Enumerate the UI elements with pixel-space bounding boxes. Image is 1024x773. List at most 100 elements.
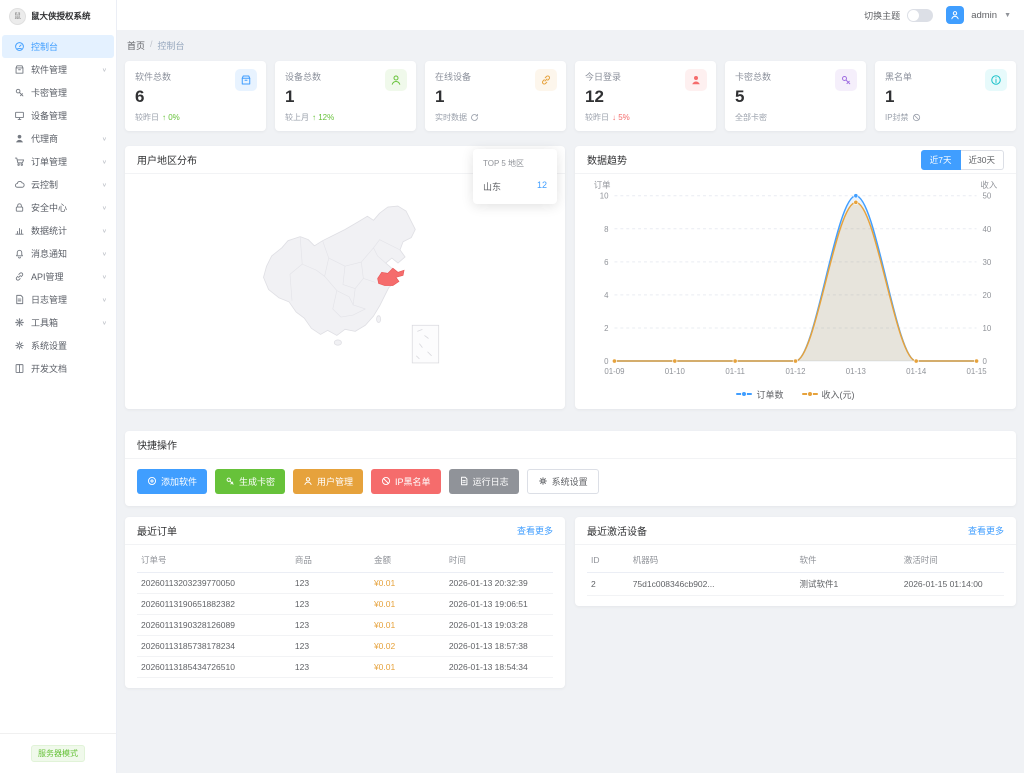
legend-item[interactable]: 收入(元) xyxy=(802,388,855,401)
table-row[interactable]: 20260113203239770050123¥0.012026-01-13 2… xyxy=(137,572,553,593)
range-button[interactable]: 近30天 xyxy=(961,150,1004,170)
svg-text:30: 30 xyxy=(982,258,991,267)
recent-devices-card: 最近激活设备 查看更多 ID机器码软件激活时间275d1c008346cb902… xyxy=(575,517,1016,606)
table-row[interactable]: 20260113190328126089123¥0.012026-01-13 1… xyxy=(137,614,553,635)
chevron-down-icon: ∨ xyxy=(102,66,107,72)
stat-sub: 全部卡密 xyxy=(735,112,856,123)
range-button[interactable]: 近7天 xyxy=(921,150,961,170)
stat-trend: ↑ 0% xyxy=(162,113,180,122)
breadcrumb-current: 控制台 xyxy=(158,39,185,52)
quick-action-info-button[interactable]: 运行日志 xyxy=(449,469,519,494)
chevron-down-icon: ∨ xyxy=(102,204,107,210)
sidebar-item[interactable]: 云控制 ∨ xyxy=(2,173,114,196)
sidebar-item[interactable]: 消息通知 ∨ xyxy=(2,242,114,265)
sidebar-item-label: 软件管理 xyxy=(31,63,67,76)
sidebar-item[interactable]: 订单管理∨ xyxy=(2,150,114,173)
chevron-down-icon: ∨ xyxy=(102,250,107,256)
user-avatar[interactable] xyxy=(946,6,964,24)
table-cell: ¥0.01 xyxy=(370,656,445,677)
devices-table: ID机器码软件激活时间275d1c008346cb902...测试软件12026… xyxy=(587,547,1004,596)
sidebar-item[interactable]: 卡密管理 xyxy=(2,81,114,104)
sidebar-item[interactable]: API管理∨ xyxy=(2,265,114,288)
table-row[interactable]: 20260113190651882382123¥0.012026-01-13 1… xyxy=(137,593,553,614)
svg-text:01-14: 01-14 xyxy=(906,367,927,376)
user-icon xyxy=(950,10,960,20)
quick-action-success-button[interactable]: 生成卡密 xyxy=(215,469,285,494)
breadcrumb-home[interactable]: 首页 xyxy=(127,39,145,52)
sidebar-item-label: 云控制 xyxy=(31,178,58,191)
sidebar-footer: 服务器模式 xyxy=(0,733,116,773)
stats-icon xyxy=(14,225,25,236)
stat-sub-label: IP封禁 xyxy=(885,112,909,123)
sidebar-item[interactable]: 代理商∨ xyxy=(2,127,114,150)
sidebar-item-label: API管理 xyxy=(31,270,64,283)
breadcrumb-separator: / xyxy=(150,39,153,52)
user-icon xyxy=(385,69,407,91)
quick-action-danger-button[interactable]: IP黑名单 xyxy=(371,469,441,494)
table-header-cell: 商品 xyxy=(291,547,370,573)
sidebar: 鼠 鼠大侠授权系统 控制台软件管理∨卡密管理设备管理代理商∨订单管理∨云控制∨安… xyxy=(0,0,117,773)
sidebar-item[interactable]: 日志管理∨ xyxy=(2,288,114,311)
table-header-cell: 时间 xyxy=(445,547,553,573)
orders-more-link[interactable]: 查看更多 xyxy=(517,524,553,537)
sidebar-item[interactable]: 系统设置 xyxy=(2,334,114,357)
legend-item[interactable]: 订单数 xyxy=(736,388,783,401)
table-cell: 2026-01-13 20:32:39 xyxy=(445,572,553,593)
username[interactable]: admin xyxy=(971,10,997,21)
quick-action-label: 系统设置 xyxy=(552,475,588,488)
table-cell: 123 xyxy=(291,656,370,677)
theme-toggle-switch[interactable] xyxy=(907,9,933,22)
top5-rows: 山东12 xyxy=(483,180,547,193)
stat-sub-label: 全部卡密 xyxy=(735,112,767,123)
chevron-down-icon[interactable]: ▼ xyxy=(1004,12,1011,19)
sidebar-item[interactable]: 软件管理 ∨ xyxy=(2,58,114,81)
table-header-cell: 激活时间 xyxy=(900,547,1004,573)
stats-row: 软件总数6较昨日↑ 0%设备总数1较上月↑ 12%在线设备1实时数据今日登录12… xyxy=(125,61,1016,131)
legend-label: 订单数 xyxy=(756,388,783,401)
sidebar-item-label: 消息通知 xyxy=(31,247,67,260)
stat-sub-label: 较上月 xyxy=(285,112,309,123)
table-cell: 20260113203239770050 xyxy=(137,572,291,593)
quick-action-primary-button[interactable]: 添加软件 xyxy=(137,469,207,494)
svg-text:收入: 收入 xyxy=(980,180,997,190)
docs-icon xyxy=(14,363,25,374)
chevron-down-icon: ∨ xyxy=(102,181,107,187)
logo-avatar-icon: 鼠 xyxy=(9,8,26,25)
recent-orders-card: 最近订单 查看更多 订单号商品金额时间202601132032397700501… xyxy=(125,517,565,688)
chevron-down-icon: ∨ xyxy=(102,296,107,302)
chart-card-title: 数据趋势 xyxy=(587,152,627,167)
svg-text:01-13: 01-13 xyxy=(846,367,867,376)
stat-trend: ↓ 5% xyxy=(612,113,630,122)
table-cell: 2 xyxy=(587,572,629,595)
table-cell: 123 xyxy=(291,614,370,635)
china-map[interactable] xyxy=(243,203,447,366)
table-cell: 2026-01-13 19:06:51 xyxy=(445,593,553,614)
sidebar-item-label: 卡密管理 xyxy=(31,86,67,99)
top5-panel: TOP 5 地区 山东12 xyxy=(473,149,557,204)
sidebar-item[interactable]: 数据统计∨ xyxy=(2,219,114,242)
table-row[interactable]: 275d1c008346cb902...测试软件12026-01-15 01:1… xyxy=(587,572,1004,595)
range-button-group: 近7天近30天 xyxy=(921,150,1004,170)
sidebar-item[interactable]: 设备管理 xyxy=(2,104,114,127)
key-icon xyxy=(835,69,857,91)
quick-action-label: 生成卡密 xyxy=(239,475,275,488)
devices-more-link[interactable]: 查看更多 xyxy=(968,524,1004,537)
sidebar-item[interactable]: 安全中心∨ xyxy=(2,196,114,219)
svg-text:01-12: 01-12 xyxy=(785,367,805,376)
quick-action-warning-button[interactable]: 用户管理 xyxy=(293,469,363,494)
region-map-card: 用户地区分布 xyxy=(125,146,565,409)
link-icon xyxy=(535,69,557,91)
sidebar-item[interactable]: 开发文档 xyxy=(2,357,114,380)
top5-region: 山东 xyxy=(483,180,501,193)
stat-trend: ↑ 12% xyxy=(312,113,334,122)
sidebar-item[interactable]: 工具箱∨ xyxy=(2,311,114,334)
user-solid-icon xyxy=(14,133,25,144)
trend-chart: 024681001020304050订单收入01-0901-1001-1101-… xyxy=(575,174,1016,386)
document-icon xyxy=(14,294,25,305)
sidebar-item[interactable]: 控制台 xyxy=(2,35,114,58)
table-row[interactable]: 20260113185738178234123¥0.022026-01-13 1… xyxy=(137,635,553,656)
app-title: 鼠大侠授权系统 xyxy=(31,10,91,22)
table-row[interactable]: 20260113185434726510123¥0.012026-01-13 1… xyxy=(137,656,553,677)
quick-action-default-button[interactable]: 系统设置 xyxy=(527,469,599,494)
legend-marker-icon xyxy=(736,390,752,398)
